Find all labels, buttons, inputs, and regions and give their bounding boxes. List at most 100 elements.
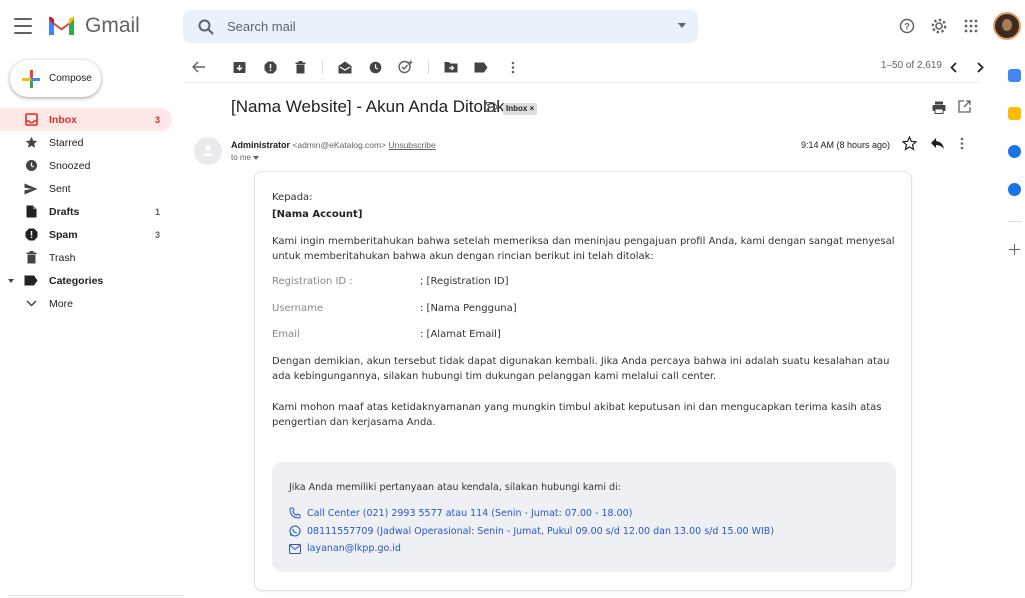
draft-icon [24, 205, 38, 219]
open-new-window-icon[interactable] [958, 100, 971, 118]
importance-marker-icon[interactable] [484, 102, 499, 115]
clock-icon [24, 159, 38, 173]
unsubscribe-link[interactable]: Unsubscribe [388, 140, 435, 150]
tasks-icon[interactable] [1008, 145, 1021, 158]
call-center-text: Call Center (021) 2993 5577 atau 114 (Se… [307, 507, 633, 519]
person-icon [203, 146, 213, 156]
account-name: [Nama Account] [272, 209, 363, 220]
unread-count: 3 [154, 114, 160, 125]
sender-name[interactable]: Administrator [231, 140, 290, 150]
sidebar-item-trash[interactable]: Trash [0, 246, 172, 269]
gmail-logo[interactable]: Gmail [48, 14, 140, 38]
add-task-icon[interactable] [397, 59, 413, 75]
whatsapp-link[interactable]: 08111557709 (Jadwal Operasional: Senin -… [289, 525, 774, 537]
mail-icon [289, 543, 301, 554]
help-icon[interactable]: ? [891, 10, 923, 42]
settings-gear-icon[interactable] [923, 10, 955, 42]
sender-line: Administrator <admin@eKatalog.com> Unsub… [231, 140, 436, 150]
greeting-text: Kepada: [272, 192, 313, 203]
chevron-down-icon [24, 297, 38, 311]
top-bar: Gmail ? [0, 0, 1025, 52]
reply-icon[interactable] [930, 137, 945, 155]
compose-button[interactable]: Compose [10, 60, 101, 97]
star-outline-icon[interactable] [901, 135, 918, 156]
sidebar-item-label: Drafts [49, 205, 80, 218]
move-to-icon[interactable] [443, 59, 459, 75]
search-options-icon[interactable] [678, 23, 686, 28]
newer-chevron-icon[interactable] [946, 59, 960, 75]
search-input[interactable] [227, 19, 657, 34]
sidebar-item-sent[interactable]: Sent [0, 177, 172, 200]
back-arrow-icon[interactable] [191, 59, 207, 75]
add-addon-icon[interactable] [1009, 244, 1020, 255]
notice-paragraph: Dengan demikian, akun tersebut tidak dap… [272, 356, 890, 382]
inbox-icon [24, 113, 38, 127]
message-more-icon[interactable] [960, 137, 964, 155]
field-label: Registration ID : [272, 276, 353, 287]
compose-label: Compose [49, 73, 92, 84]
apps-grid-icon[interactable] [955, 10, 987, 42]
sidebar-item-categories[interactable]: Categories [0, 269, 172, 292]
print-icon[interactable] [932, 101, 946, 119]
sidebar-item-label: More [49, 297, 73, 310]
keep-icon[interactable] [1008, 107, 1021, 120]
delete-icon[interactable] [292, 59, 308, 75]
older-chevron-icon[interactable] [973, 59, 987, 75]
sidebar-item-label: Trash [49, 251, 76, 264]
sidebar-item-drafts[interactable]: Drafts 1 [0, 200, 172, 223]
toolbar-divider [322, 60, 323, 74]
expand-arrow-icon[interactable] [8, 274, 14, 288]
sidebar-item-label: Categories [49, 274, 104, 287]
mark-unread-icon[interactable] [337, 59, 353, 75]
app-name: Gmail [85, 14, 140, 37]
account-avatar[interactable] [993, 12, 1021, 40]
contact-email-text: layanan@lkpp.go.id [307, 543, 401, 554]
recipient-label: to me [231, 153, 252, 162]
calendar-icon[interactable] [1008, 69, 1021, 82]
caret-down-icon [253, 156, 260, 160]
sidebar-item-label: Spam [49, 228, 78, 241]
archive-icon[interactable] [231, 59, 247, 75]
left-sidebar: Compose Inbox 3 Starred Snoozed Sent Dra… [0, 52, 185, 598]
sidebar-item-starred[interactable]: Starred [0, 131, 172, 154]
field-value: ; [Registration ID] [420, 276, 509, 287]
whatsapp-icon [289, 525, 301, 537]
sender-email: <admin@eKatalog.com> [292, 140, 387, 150]
inbox-label-chip[interactable]: Inbox × [503, 103, 538, 115]
sidebar-item-more[interactable]: More [0, 292, 172, 315]
contact-intro: Jika Anda memiliki pertanyaan atau kenda… [289, 482, 621, 493]
trash-icon [24, 251, 38, 265]
spam-icon [24, 228, 38, 242]
report-spam-icon[interactable] [262, 59, 278, 75]
contacts-icon[interactable] [1008, 183, 1021, 196]
call-center-link[interactable]: Call Center (021) 2993 5577 atau 114 (Se… [289, 507, 632, 519]
side-panel-rail [1003, 52, 1025, 598]
sidebar-item-label: Snoozed [49, 159, 91, 172]
main-menu-icon[interactable] [14, 16, 32, 36]
top-right-controls: ? [891, 10, 1025, 42]
search-icon[interactable] [197, 18, 215, 36]
sidebar-item-label: Starred [49, 136, 84, 149]
more-options-icon[interactable] [505, 59, 521, 75]
email-link[interactable]: layanan@lkpp.go.id [289, 543, 401, 554]
folder-nav: Inbox 3 Starred Snoozed Sent Drafts 1 Sp… [0, 108, 172, 315]
field-label: Email [272, 329, 300, 340]
email-body-card: Kepada: [Nama Account] Kami ingin member… [254, 171, 912, 591]
field-value: : [Alamat Email] [420, 329, 501, 340]
sidebar-item-spam[interactable]: Spam 3 [0, 223, 172, 246]
sidebar-item-label: Sent [49, 182, 71, 195]
gmail-m-icon [49, 16, 74, 35]
sidebar-divider [8, 595, 184, 596]
label-tag-icon[interactable] [473, 59, 489, 75]
intro-paragraph: Kami ingin memberitahukan bahwa setelah … [272, 236, 895, 262]
search-bar[interactable] [183, 10, 698, 43]
label-icon [24, 274, 38, 288]
recipient-details[interactable]: to me [231, 153, 260, 162]
svg-text:?: ? [904, 22, 910, 32]
gmail-window: Gmail ? Compose [0, 0, 1025, 598]
sender-avatar[interactable] [194, 137, 222, 165]
sidebar-item-snoozed[interactable]: Snoozed [0, 154, 172, 177]
snooze-clock-icon[interactable] [367, 59, 383, 75]
toolbar-divider-line [185, 82, 980, 83]
sidebar-item-inbox[interactable]: Inbox 3 [0, 108, 172, 131]
